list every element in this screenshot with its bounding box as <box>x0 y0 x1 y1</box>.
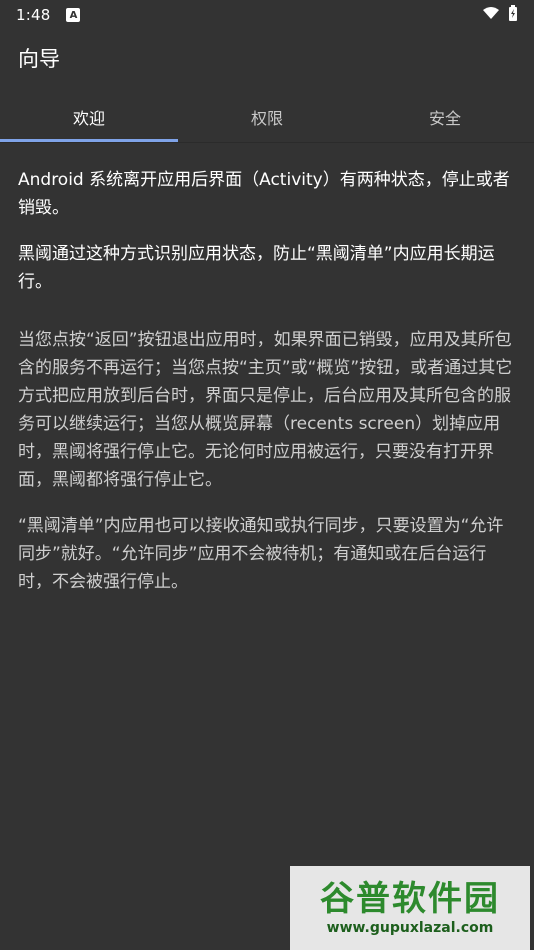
paragraph-intro: Android 系统离开应用后界面（Activity）有两种状态，停止或者销毁。 <box>18 170 510 218</box>
status-bar: 1:48 A <box>0 0 534 30</box>
status-left: 1:48 A <box>16 6 81 24</box>
status-right <box>482 5 518 25</box>
tab-bar: 欢迎 权限 安全 <box>0 92 534 143</box>
tab-label: 欢迎 <box>72 109 105 128</box>
page-title: 向导 <box>18 47 60 71</box>
wifi-icon <box>482 6 500 24</box>
app-bar: 向导 <box>0 30 534 86</box>
watermark-url: www.gupuxlazal.com <box>326 920 494 936</box>
tab-permissions[interactable]: 权限 <box>178 92 356 142</box>
watermark-title: 谷普软件园 <box>320 879 500 919</box>
tab-label: 权限 <box>250 109 283 128</box>
tab-welcome[interactable]: 欢迎 <box>0 92 178 142</box>
welcome-content: Android 系统离开应用后界面（Activity）有两种状态，停止或者销毁。… <box>18 166 516 614</box>
tab-label: 安全 <box>428 109 461 128</box>
paragraph-purpose: 黑阈通过这种方式识别应用状态，防止“黑阈清单”内应用长期运行。 <box>18 244 495 292</box>
battery-icon <box>508 5 518 25</box>
paragraph-sync: “黑阈清单”内应用也可以接收通知或执行同步，只要设置为“允许同步”就好。“允许同… <box>18 516 504 592</box>
tab-security[interactable]: 安全 <box>356 92 534 142</box>
notification-icon: A <box>66 8 81 22</box>
watermark: 谷普软件园 www.gupuxlazal.com <box>290 866 530 950</box>
paragraph-details: 当您点按“返回”按钮退出应用时，如果界面已销毁，应用及其所包含的服务不再运行；当… <box>18 330 513 490</box>
status-time: 1:48 <box>16 6 51 24</box>
